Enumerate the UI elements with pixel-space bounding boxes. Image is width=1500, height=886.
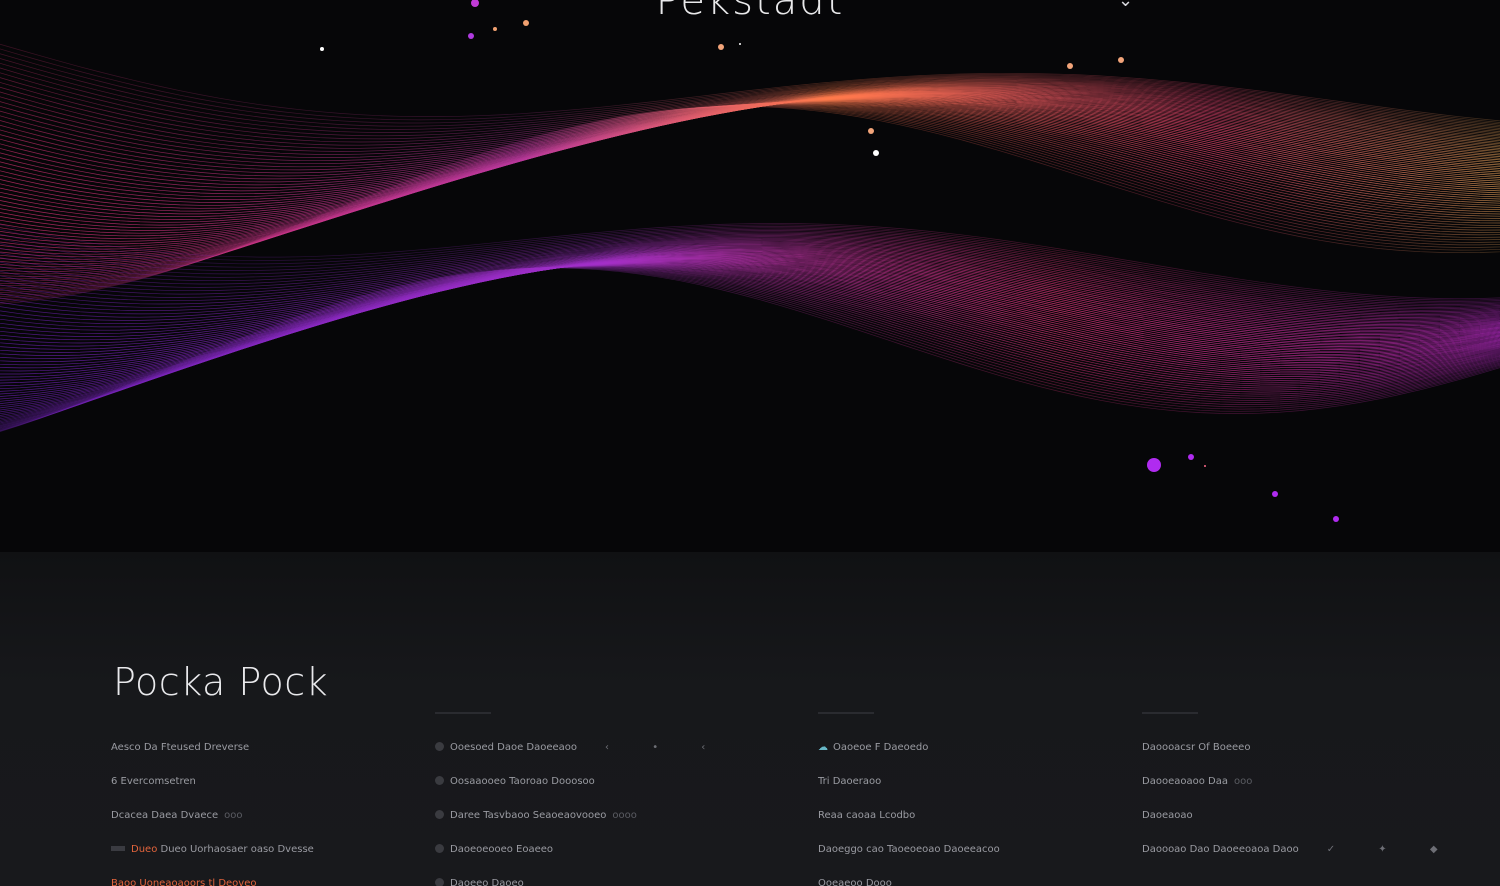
footer-link[interactable]: Daoeoeooeo Eoaeeo — [435, 844, 725, 878]
footer-link[interactable]: Baoo Uoneaoaoors tl Deoveo — [111, 878, 314, 886]
sparkle-dot — [493, 27, 497, 31]
wave-strand — [0, 105, 1500, 301]
sparkle-dot — [468, 33, 474, 39]
bullet-icon — [435, 742, 444, 751]
sparkle-dot — [868, 128, 874, 134]
landing-page: Pekstadt ⌄ Pocka Pock Aesco Da Fteused D… — [0, 0, 1500, 886]
hero-title: Pekstadt — [655, 0, 845, 24]
footer-column-4: Daoooacsr Of Boeeeo Daooeaoaoo Daa ooo Da… — [1142, 712, 1458, 878]
footer-column-3: ☁ Oaoeoe F Daeoedo Tri Daoeraoo Reaa caoa… — [818, 712, 1000, 886]
footer-link[interactable]: Ooesoed Daoe Daoeeaoo ‹ • ‹ — [435, 742, 725, 776]
wave-strand — [0, 96, 1500, 237]
cloud-icon: ☁ — [818, 742, 828, 753]
sparkle-dot — [718, 44, 724, 50]
sparkle-dot — [1188, 454, 1194, 460]
sparkle-dot — [739, 43, 741, 45]
bar-icon — [111, 846, 125, 851]
footer-link[interactable]: Tri Daoeraoo — [818, 776, 1000, 810]
bullet-icon — [435, 810, 444, 819]
sparkle-dot — [1204, 465, 1206, 467]
sparkle-dot — [320, 47, 324, 51]
wave-strand — [0, 94, 1500, 220]
footer-link[interactable]: 6 Evercomsetren — [111, 776, 314, 810]
wave-strand — [0, 80, 1500, 143]
footer-column-1: Aesco Da Fteused Dreverse 6 Evercomsetre… — [111, 712, 314, 886]
wave-art — [0, 0, 1500, 522]
sparkle-dot — [873, 150, 879, 156]
column-divider — [435, 712, 491, 714]
footer-link[interactable]: Dueo Dueo Uorhaosaer oaso Dvesse — [111, 844, 314, 878]
sparkle-dot — [1067, 63, 1073, 69]
footer-link[interactable]: Ooeaeoo Dooo — [818, 878, 1000, 886]
sparkle-dot — [1272, 491, 1278, 497]
footer-link[interactable]: Daoooao Dao Daoeeoaoa Daoo ✓ ✦ ◆ — [1142, 844, 1458, 878]
footer-link[interactable]: Daoeaoao — [1142, 810, 1458, 844]
footer-column-2: Ooesoed Daoe Daoeeaoo ‹ • ‹ Oosaaooeo Tao… — [435, 712, 725, 886]
footer-link[interactable]: Daree Tasvbaoo Seaoeaovooeo oooo — [435, 810, 725, 844]
column-divider — [1142, 712, 1198, 714]
nav-icons[interactable]: ‹ • ‹ — [605, 742, 725, 754]
bullet-icon — [435, 878, 444, 886]
sparkle-dot — [1333, 516, 1339, 522]
sparkle-dot — [1147, 458, 1161, 472]
footer-link[interactable]: Reaa caoaa Lcodbo — [818, 810, 1000, 844]
social-icons[interactable]: ✓ ✦ ◆ — [1327, 844, 1458, 856]
column-divider — [818, 712, 874, 714]
bullet-icon — [435, 776, 444, 785]
footer-brand: Pocka Pock — [113, 660, 329, 704]
bullet-icon — [435, 844, 444, 853]
sparkle-dot — [1118, 57, 1124, 63]
footer-link[interactable]: Daooeaoaoo Daa ooo — [1142, 776, 1458, 810]
footer: Pocka Pock Aesco Da Fteused Dreverse 6 E… — [0, 552, 1500, 886]
footer-link[interactable]: Daoooacsr Of Boeeeo — [1142, 742, 1458, 776]
footer-link[interactable]: Aesco Da Fteused Dreverse — [111, 742, 314, 776]
footer-link[interactable]: ☁ Oaoeoe F Daeoedo — [818, 742, 1000, 776]
hero-banner: Pekstadt ⌄ — [0, 0, 1500, 552]
column-divider — [111, 712, 167, 714]
footer-link[interactable]: Dcacea Daea Dvaece ooo — [111, 810, 314, 844]
footer-link[interactable]: Daoeeo Daoeo — [435, 878, 725, 886]
chevron-down-icon[interactable]: ⌄ — [1118, 0, 1133, 11]
footer-link[interactable]: Daoeggo cao Taoeoeoao Daoeeacoo — [818, 844, 1000, 878]
footer-link[interactable]: Oosaaooeo Taoroao Dooosoo — [435, 776, 725, 810]
